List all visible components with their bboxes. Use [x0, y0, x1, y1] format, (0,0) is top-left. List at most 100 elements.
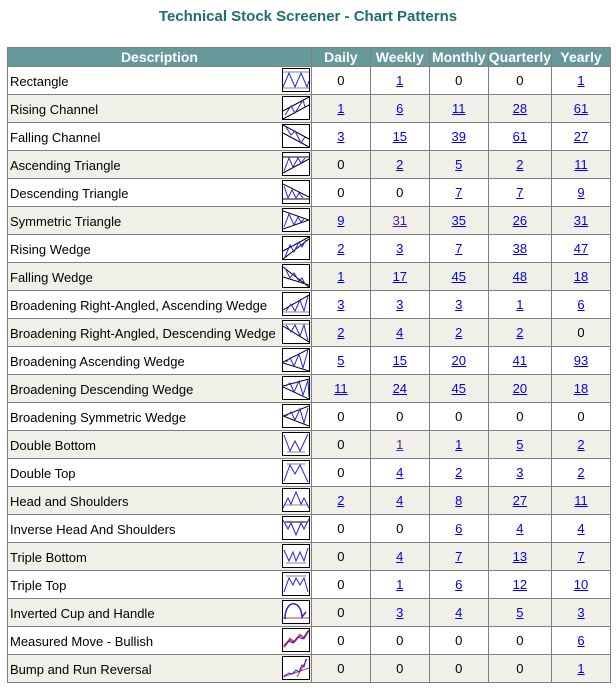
count-link-quarterly[interactable]: 5	[516, 437, 523, 452]
rising-channel-pattern-icon[interactable]	[281, 96, 310, 120]
count-link-yearly[interactable]: 7	[577, 549, 584, 564]
count-link-quarterly[interactable]: 5	[516, 605, 523, 620]
broadening-symmetric-wedge-icon[interactable]	[281, 404, 310, 428]
triple-top-pattern-icon[interactable]	[281, 572, 310, 596]
count-link-yearly[interactable]: 3	[577, 605, 584, 620]
broadening-descending-wedge-icon[interactable]	[281, 376, 310, 400]
count-link-weekly[interactable]: 3	[396, 241, 403, 256]
count-link-quarterly[interactable]: 3	[516, 465, 523, 480]
measured-move-bullish-pattern-icon[interactable]	[281, 628, 310, 652]
count-link-yearly[interactable]: 2	[577, 437, 584, 452]
count-link-daily[interactable]: 11	[334, 381, 348, 396]
count-link-yearly[interactable]: 11	[574, 493, 588, 508]
count-link-yearly[interactable]: 18	[574, 381, 588, 396]
head-and-shoulders-pattern-icon[interactable]	[281, 488, 310, 512]
count-link-yearly[interactable]: 61	[574, 101, 588, 116]
count-link-monthly[interactable]: 2	[455, 465, 462, 480]
count-link-quarterly[interactable]: 12	[513, 577, 527, 592]
falling-channel-pattern-icon[interactable]	[281, 124, 310, 148]
count-link-yearly[interactable]: 9	[577, 185, 584, 200]
count-link-quarterly[interactable]: 2	[516, 325, 523, 340]
count-link-yearly[interactable]: 1	[577, 73, 584, 88]
count-link-weekly[interactable]: 4	[396, 465, 403, 480]
count-link-weekly[interactable]: 1	[396, 73, 403, 88]
double-top-pattern-icon[interactable]	[281, 460, 310, 484]
count-link-quarterly[interactable]: 28	[513, 101, 527, 116]
rising-wedge-pattern-icon[interactable]	[281, 236, 310, 260]
count-link-weekly[interactable]: 17	[393, 269, 407, 284]
inverted-cup-and-handle-pattern-icon[interactable]	[281, 600, 310, 624]
count-link-weekly[interactable]: 2	[396, 157, 403, 172]
bump-and-run-reversal-pattern-icon[interactable]	[281, 656, 310, 680]
falling-wedge-pattern-icon[interactable]	[281, 264, 310, 288]
triple-bottom-pattern-icon[interactable]	[281, 544, 310, 568]
count-link-weekly[interactable]: 3	[396, 297, 403, 312]
count-link-yearly[interactable]: 11	[574, 157, 588, 172]
count-link-weekly[interactable]: 24	[393, 381, 407, 396]
count-link-yearly[interactable]: 93	[574, 353, 588, 368]
count-link-monthly[interactable]: 7	[455, 241, 462, 256]
count-link-weekly[interactable]: 31	[393, 213, 407, 228]
count-link-monthly[interactable]: 39	[452, 129, 466, 144]
double-bottom-pattern-icon[interactable]	[281, 432, 310, 456]
count-link-yearly[interactable]: 1	[577, 661, 584, 676]
count-link-daily[interactable]: 2	[337, 241, 344, 256]
ascending-triangle-pattern-icon[interactable]	[281, 152, 310, 176]
count-link-quarterly[interactable]: 38	[513, 241, 527, 256]
count-link-monthly[interactable]: 20	[452, 353, 466, 368]
count-link-monthly[interactable]: 45	[452, 269, 466, 284]
count-link-weekly[interactable]: 4	[396, 549, 403, 564]
count-link-yearly[interactable]: 18	[574, 269, 588, 284]
count-link-daily[interactable]: 2	[337, 325, 344, 340]
count-link-monthly[interactable]: 6	[455, 577, 462, 592]
count-link-monthly[interactable]: 6	[455, 521, 462, 536]
broadening-ascending-wedge-icon[interactable]	[281, 348, 310, 372]
count-link-yearly[interactable]: 4	[577, 521, 584, 536]
count-link-monthly[interactable]: 1	[455, 437, 462, 452]
count-link-quarterly[interactable]: 20	[513, 381, 527, 396]
count-link-monthly[interactable]: 2	[455, 325, 462, 340]
count-link-daily[interactable]: 3	[337, 297, 344, 312]
count-link-daily[interactable]: 9	[337, 213, 344, 228]
descending-triangle-pattern-icon[interactable]	[281, 180, 310, 204]
count-link-weekly[interactable]: 4	[396, 325, 403, 340]
count-link-weekly[interactable]: 6	[396, 101, 403, 116]
count-link-yearly[interactable]: 6	[577, 633, 584, 648]
count-link-monthly[interactable]: 8	[455, 493, 462, 508]
inverse-head-and-shoulders-pattern-icon[interactable]	[281, 516, 310, 540]
count-link-weekly[interactable]: 1	[396, 437, 403, 452]
count-link-monthly[interactable]: 45	[452, 381, 466, 396]
count-link-quarterly[interactable]: 1	[516, 297, 523, 312]
count-link-quarterly[interactable]: 41	[513, 353, 527, 368]
count-link-monthly[interactable]: 4	[455, 605, 462, 620]
count-link-daily[interactable]: 3	[337, 129, 344, 144]
symmetric-triangle-pattern-icon[interactable]	[281, 208, 310, 232]
count-link-quarterly[interactable]: 2	[516, 157, 523, 172]
count-link-weekly[interactable]: 15	[393, 129, 407, 144]
count-link-monthly[interactable]: 3	[455, 297, 462, 312]
count-link-weekly[interactable]: 1	[396, 577, 403, 592]
count-link-daily[interactable]: 1	[337, 269, 344, 284]
count-link-daily[interactable]: 5	[337, 353, 344, 368]
count-link-daily[interactable]: 2	[337, 493, 344, 508]
count-link-yearly[interactable]: 27	[574, 129, 588, 144]
count-link-yearly[interactable]: 10	[574, 577, 588, 592]
count-link-weekly[interactable]: 4	[396, 493, 403, 508]
rectangle-pattern-icon[interactable]	[281, 68, 310, 92]
count-link-quarterly[interactable]: 27	[513, 493, 527, 508]
count-link-quarterly[interactable]: 48	[513, 269, 527, 284]
count-link-quarterly[interactable]: 13	[513, 549, 527, 564]
count-link-yearly[interactable]: 47	[574, 241, 588, 256]
count-link-monthly[interactable]: 7	[455, 185, 462, 200]
broadening-right-angled-descending-wedge-icon[interactable]	[281, 320, 310, 344]
count-link-daily[interactable]: 1	[337, 101, 344, 116]
count-link-monthly[interactable]: 11	[452, 101, 466, 116]
count-link-monthly[interactable]: 35	[452, 213, 466, 228]
count-link-yearly[interactable]: 2	[577, 465, 584, 480]
count-link-monthly[interactable]: 7	[455, 549, 462, 564]
broadening-right-angled-ascending-wedge-icon[interactable]	[281, 292, 310, 316]
count-link-weekly[interactable]: 3	[396, 605, 403, 620]
count-link-yearly[interactable]: 31	[574, 213, 588, 228]
count-link-quarterly[interactable]: 7	[516, 185, 523, 200]
count-link-weekly[interactable]: 15	[393, 353, 407, 368]
